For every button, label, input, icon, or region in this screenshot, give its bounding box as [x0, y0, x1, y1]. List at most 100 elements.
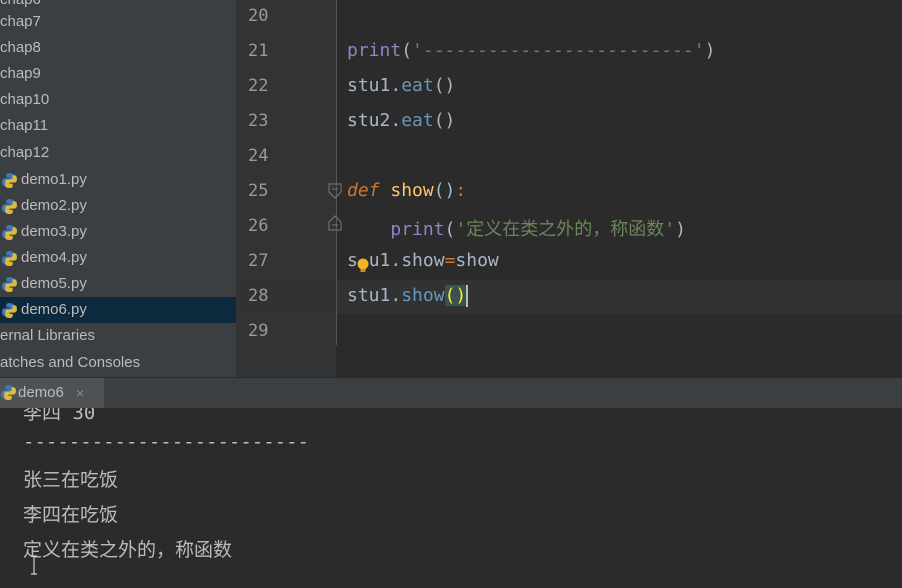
tree-item-label: demo2.py: [21, 197, 87, 214]
tree-folder-chap11[interactable]: chap11: [0, 113, 236, 139]
tree-item-label: chap12: [0, 144, 50, 161]
code-token: '-------------------------': [412, 40, 705, 61]
tree-item-label: chap9: [0, 65, 41, 82]
fold-end-icon[interactable]: [326, 214, 344, 232]
code-line-22: stu1.eat(): [347, 75, 455, 96]
line-number: 26: [248, 216, 269, 236]
code-token: '定义在类之外的，称函数': [455, 219, 676, 240]
tree-item-label: demo5.py: [21, 275, 87, 292]
code-token: .: [390, 110, 402, 131]
tree-item-label: chap7: [0, 13, 41, 30]
code-token: .: [390, 250, 402, 271]
gutter-divider: [336, 0, 337, 345]
tree-item-label: ernal Libraries: [0, 327, 96, 344]
code-token: (): [433, 180, 456, 201]
line-number: 24: [248, 146, 269, 166]
text-caret: [466, 285, 469, 307]
code-token: .: [390, 285, 402, 306]
tree-folder-chap8[interactable]: chap8: [0, 35, 236, 61]
python-file-icon: [2, 303, 17, 318]
python-file-icon: [2, 277, 17, 292]
code-token: (): [433, 75, 456, 96]
code-line-25: def show():: [347, 180, 466, 201]
code-token: (: [444, 285, 456, 306]
tree-file-demo5[interactable]: demo5.py: [0, 271, 236, 297]
code-line-26: print('定义在类之外的，称函数'): [347, 215, 686, 241]
project-tree: chap6 chap7 chap8 chap9 chap10 chap11 ch…: [0, 0, 236, 377]
tree-file-demo2[interactable]: demo2.py: [0, 193, 236, 219]
tree-folder-chap10[interactable]: chap10: [0, 87, 236, 113]
code-token: ): [704, 40, 716, 61]
console-line: 李四在吃饭: [23, 504, 119, 526]
code-token: :: [455, 180, 467, 201]
tree-item-label: demo3.py: [21, 223, 87, 240]
line-number: 20: [248, 6, 269, 26]
code-token: show: [401, 285, 445, 306]
code-token: def: [347, 180, 380, 201]
console-line: 李四 30: [23, 408, 96, 424]
fold-collapse-icon[interactable]: [326, 182, 344, 200]
code-token: =: [444, 250, 456, 271]
code-token: stu1: [347, 75, 391, 96]
code-token: eat: [401, 75, 434, 96]
run-tab-demo6[interactable]: demo6 ×: [0, 378, 104, 408]
line-number: 21: [248, 41, 269, 61]
code-token: ): [675, 219, 686, 240]
python-file-icon: [1, 385, 16, 400]
tree-file-demo6[interactable]: demo6.py: [0, 297, 236, 323]
tree-file-demo3[interactable]: demo3.py: [0, 219, 236, 245]
tree-folder-chap7[interactable]: chap7: [0, 9, 236, 35]
line-number: 27: [248, 251, 269, 271]
python-file-icon: [2, 225, 17, 240]
tree-item-label: atches and Consoles: [0, 354, 141, 371]
line-number: 22: [248, 76, 269, 96]
python-file-icon: [2, 251, 17, 266]
code-token: (: [444, 219, 456, 240]
run-tab-bar: demo6 ×: [0, 377, 902, 408]
python-file-icon: [2, 173, 17, 188]
code-token: stu2: [347, 110, 391, 131]
console-line: 张三在吃饭: [23, 469, 119, 491]
tree-scratches-consoles[interactable]: atches and Consoles: [0, 350, 236, 376]
code-token: show: [390, 180, 434, 201]
code-token: print: [347, 40, 402, 61]
current-line-highlight: [242, 280, 902, 314]
close-icon[interactable]: ×: [76, 378, 84, 408]
code-token: ): [455, 285, 467, 306]
tree-folder-chap9[interactable]: chap9: [0, 61, 236, 87]
console-line: 定义在类之外的，称函数: [23, 539, 233, 561]
line-number: 23: [248, 111, 269, 131]
tree-item-label: chap10: [0, 91, 50, 108]
code-token: (: [401, 40, 413, 61]
line-number: 25: [248, 181, 269, 201]
code-line-28: stu1.show(): [347, 285, 469, 307]
tree-item-label: demo1.py: [21, 171, 87, 188]
tree-item-label: chap8: [0, 39, 41, 56]
code-token: print: [390, 219, 445, 240]
run-tab-label: demo6: [18, 384, 64, 401]
tree-item-label: chap11: [0, 117, 49, 134]
code-token: show: [401, 250, 445, 271]
code-token: (): [433, 110, 456, 131]
tree-item-label: demo4.py: [21, 249, 87, 266]
code-line-21: print('-------------------------'): [347, 40, 715, 61]
text-cursor-icon: [31, 555, 37, 575]
tree-external-libraries[interactable]: ernal Libraries: [0, 323, 236, 349]
tree-item-label: demo6.py: [21, 301, 87, 318]
line-number: 28: [248, 286, 269, 306]
run-console[interactable]: 李四 30 ------------------------- 张三在吃饭 李四…: [0, 408, 902, 588]
tree-folder-chap12[interactable]: chap12: [0, 140, 236, 166]
console-line: -------------------------: [23, 431, 309, 453]
code-token: eat: [401, 110, 434, 131]
code-token: u1: [368, 250, 391, 271]
code-token: stu1: [347, 285, 391, 306]
code-token: .: [390, 75, 402, 96]
line-number: 29: [248, 321, 269, 341]
lightbulb-icon[interactable]: [356, 257, 370, 275]
tree-file-demo1[interactable]: demo1.py: [0, 167, 236, 193]
tree-file-demo4[interactable]: demo4.py: [0, 245, 236, 271]
code-line-23: stu2.eat(): [347, 110, 455, 131]
python-file-icon: [2, 199, 17, 214]
code-token: show: [455, 250, 499, 271]
selected-parens: (): [444, 285, 467, 306]
